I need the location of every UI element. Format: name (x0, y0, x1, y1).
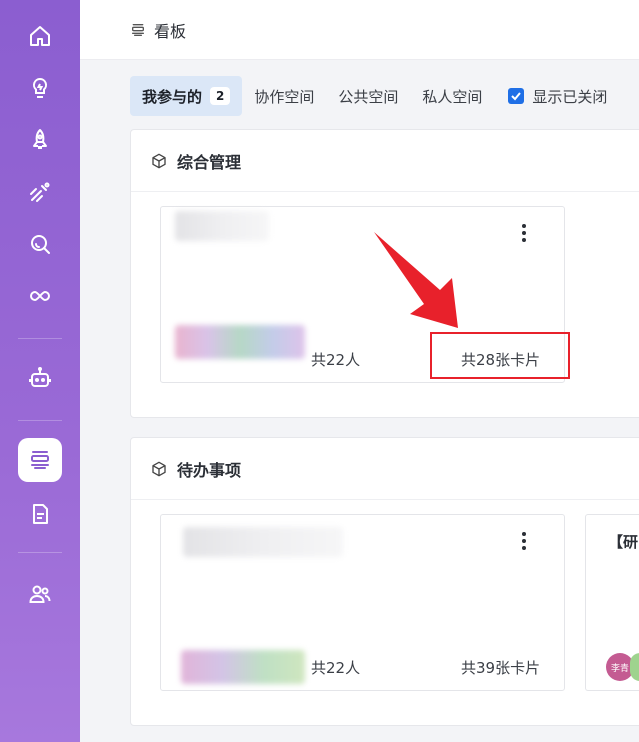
cube-icon (152, 461, 166, 476)
rocket-icon (33, 129, 47, 149)
users-icon (29, 585, 51, 603)
sidebar-divider (18, 338, 62, 339)
robot-icon (29, 367, 51, 387)
section-header: 待办事项 (131, 438, 639, 500)
document-icon (33, 504, 48, 524)
page-title: 看板 (154, 21, 187, 41)
section-title: 综合管理 (177, 152, 242, 172)
section-header: 综合管理 (131, 130, 639, 192)
card-title-blurred (175, 211, 269, 241)
nav-board[interactable] (18, 438, 62, 482)
nav-home[interactable] (18, 14, 62, 58)
cube-icon (152, 153, 166, 168)
tab-count-badge: 2 (210, 87, 231, 105)
nav-robot[interactable] (18, 356, 62, 400)
sprint-icon (30, 182, 50, 202)
nav-ideas[interactable] (18, 66, 62, 110)
board-icon (31, 451, 49, 469)
more-options-icon[interactable] (514, 529, 534, 553)
avatar (630, 653, 639, 681)
home-icon (30, 26, 50, 46)
tab-public-space[interactable]: 公共空间 (326, 76, 410, 116)
show-closed-checkbox[interactable]: 显示已关闭 (494, 86, 607, 107)
tab-collab-space[interactable]: 协作空间 (242, 76, 326, 116)
section-title: 待办事项 (177, 460, 242, 480)
card-title: 【研 (608, 533, 639, 551)
member-count: 共22人 (311, 659, 361, 677)
board-tabs: 我参与的 2 协作空间 公共空间 私人空间 显示已关闭 (130, 76, 607, 116)
show-closed-label: 显示已关闭 (532, 87, 608, 106)
card-title-blurred (183, 527, 343, 557)
bulb-icon (32, 77, 48, 98)
sidebar (0, 0, 80, 742)
annotation-highlight-box (430, 332, 570, 379)
checkbox-checked-icon[interactable] (508, 88, 525, 104)
board-card[interactable]: 【研 李青 (585, 514, 639, 691)
infinity-icon (30, 290, 50, 302)
member-avatars-blurred (181, 650, 305, 684)
member-count: 共22人 (311, 351, 361, 369)
nav-members[interactable] (18, 572, 62, 616)
nav-launch[interactable] (18, 118, 62, 162)
nav-devops[interactable] (18, 274, 62, 318)
top-header: 看板 (80, 0, 639, 60)
member-avatars-blurred (175, 325, 305, 359)
board-card[interactable]: 共22人 共39张卡片 (160, 514, 565, 691)
board-icon (132, 23, 144, 36)
tab-label: 我参与的 (142, 87, 203, 106)
sidebar-divider (18, 552, 62, 553)
nav-sprint[interactable] (18, 170, 62, 214)
search-icon (31, 235, 50, 254)
tab-private-space[interactable]: 私人空间 (410, 76, 494, 116)
card-count: 共39张卡片 (461, 659, 541, 677)
nav-docs[interactable] (18, 492, 62, 536)
nav-search[interactable] (18, 222, 62, 266)
sidebar-divider (18, 420, 62, 421)
more-options-icon[interactable] (514, 221, 534, 245)
tab-participating[interactable]: 我参与的 2 (130, 76, 243, 116)
annotation-arrow (374, 232, 458, 328)
